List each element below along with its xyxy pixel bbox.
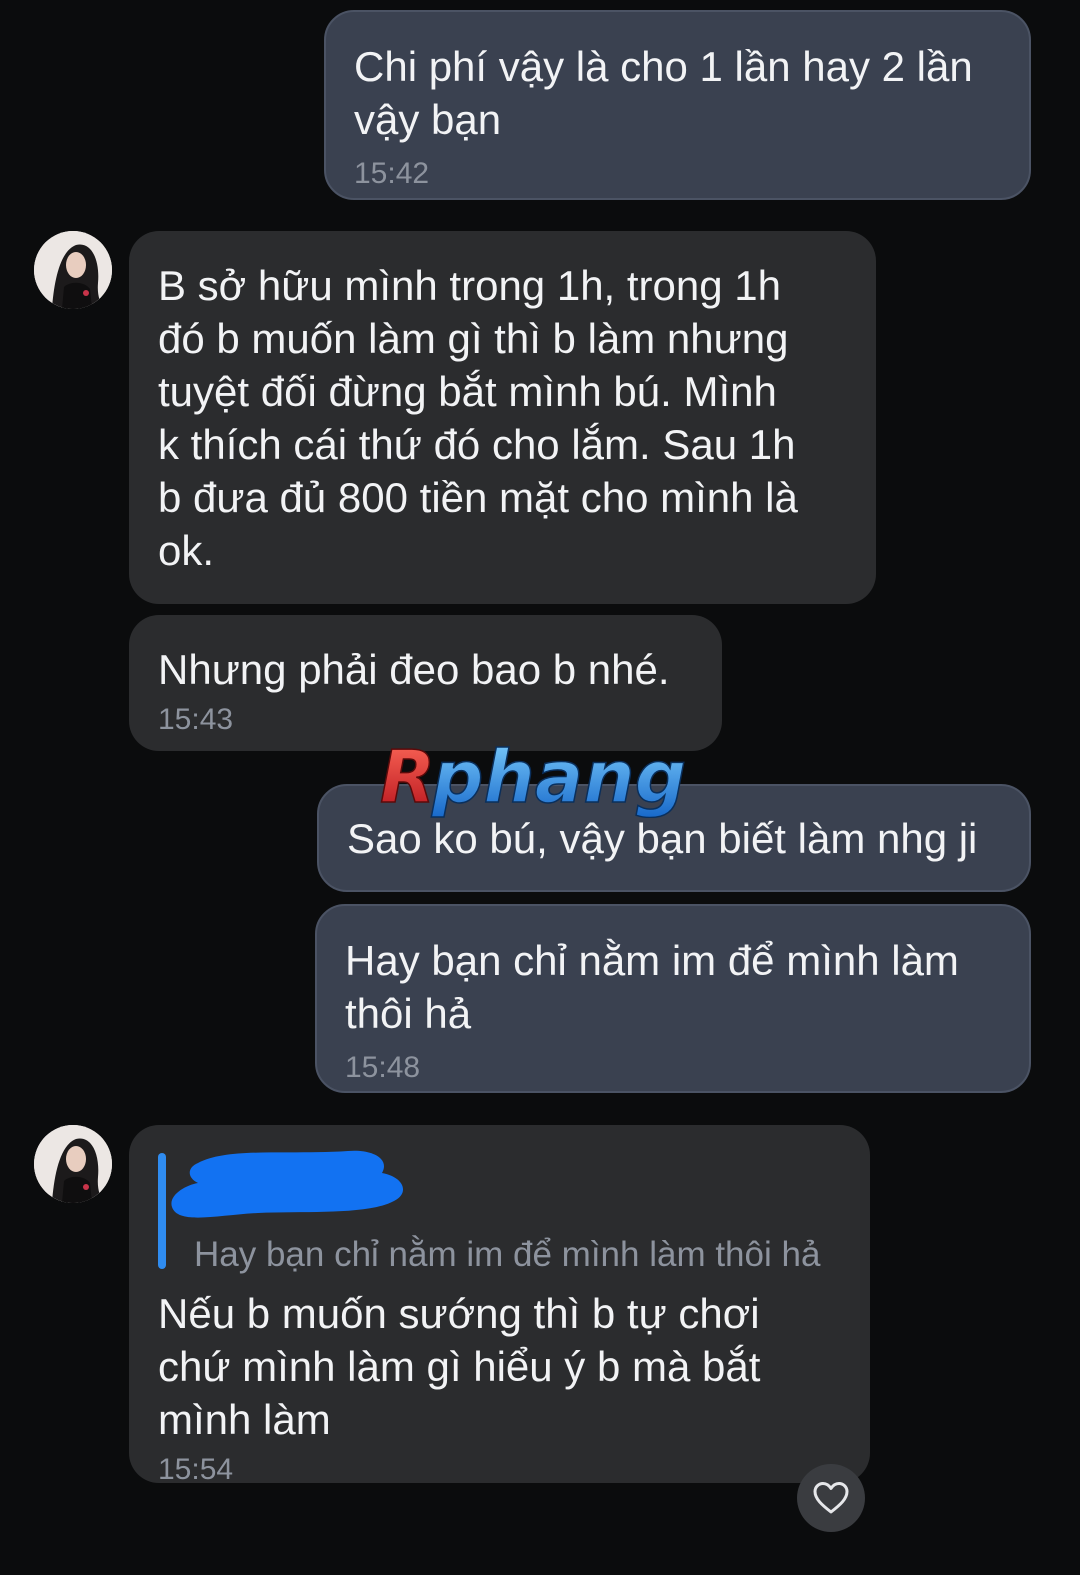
reply-indicator-bar xyxy=(158,1153,166,1269)
avatar-photo xyxy=(34,1125,112,1203)
message-text: Chi phí vậy là cho 1 lần hay 2 lần vậy b… xyxy=(354,43,973,143)
message-timestamp: 15:48 xyxy=(345,1051,421,1084)
reply-quote[interactable]: Hay bạn chỉ nằm im để mình làm thôi hả xyxy=(158,1150,842,1274)
watermark-logo: R phang xyxy=(379,740,687,818)
contact-avatar[interactable] xyxy=(34,231,112,309)
svg-text:R: R xyxy=(380,740,435,818)
message-timestamp: 15:42 xyxy=(354,157,430,190)
contact-avatar[interactable] xyxy=(34,1125,112,1203)
message-bubble-received[interactable]: Nhưng phải đeo bao b nhé. 15:43 xyxy=(129,615,722,751)
message-bubble-sent[interactable]: Chi phí vậy là cho 1 lần hay 2 lần vậy b… xyxy=(324,10,1031,200)
message-bubble-sent[interactable]: Hay bạn chỉ nằm im để mình làm thôi hả 1… xyxy=(315,904,1031,1093)
message-text: Nếu b muốn sướng thì b tự chơi chứ mình … xyxy=(158,1290,761,1443)
message-text: B sở hữu mình trong 1h, trong 1h đó b mu… xyxy=(158,262,798,574)
redacted-sender-name xyxy=(171,1150,404,1218)
message-text: Hay bạn chỉ nằm im để mình làm thôi hả xyxy=(345,937,959,1037)
message-timestamp: 15:54 xyxy=(158,1453,234,1486)
message-text: Nhưng phải đeo bao b nhé. xyxy=(158,646,670,693)
reaction-button[interactable] xyxy=(797,1464,865,1532)
message-timestamp: 15:43 xyxy=(158,703,234,736)
svg-text:phang: phang xyxy=(431,740,686,818)
heart-icon xyxy=(813,1482,849,1514)
message-bubble-received[interactable]: Hay bạn chỉ nằm im để mình làm thôi hả N… xyxy=(129,1125,870,1486)
avatar-photo xyxy=(34,231,112,309)
message-bubble-received[interactable]: B sở hữu mình trong 1h, trong 1h đó b mu… xyxy=(129,231,876,604)
reply-quoted-text: Hay bạn chỉ nằm im để mình làm thôi hả xyxy=(194,1235,821,1274)
message-text: Sao ko bú, vậy bạn biết làm nhg ji xyxy=(347,815,978,862)
